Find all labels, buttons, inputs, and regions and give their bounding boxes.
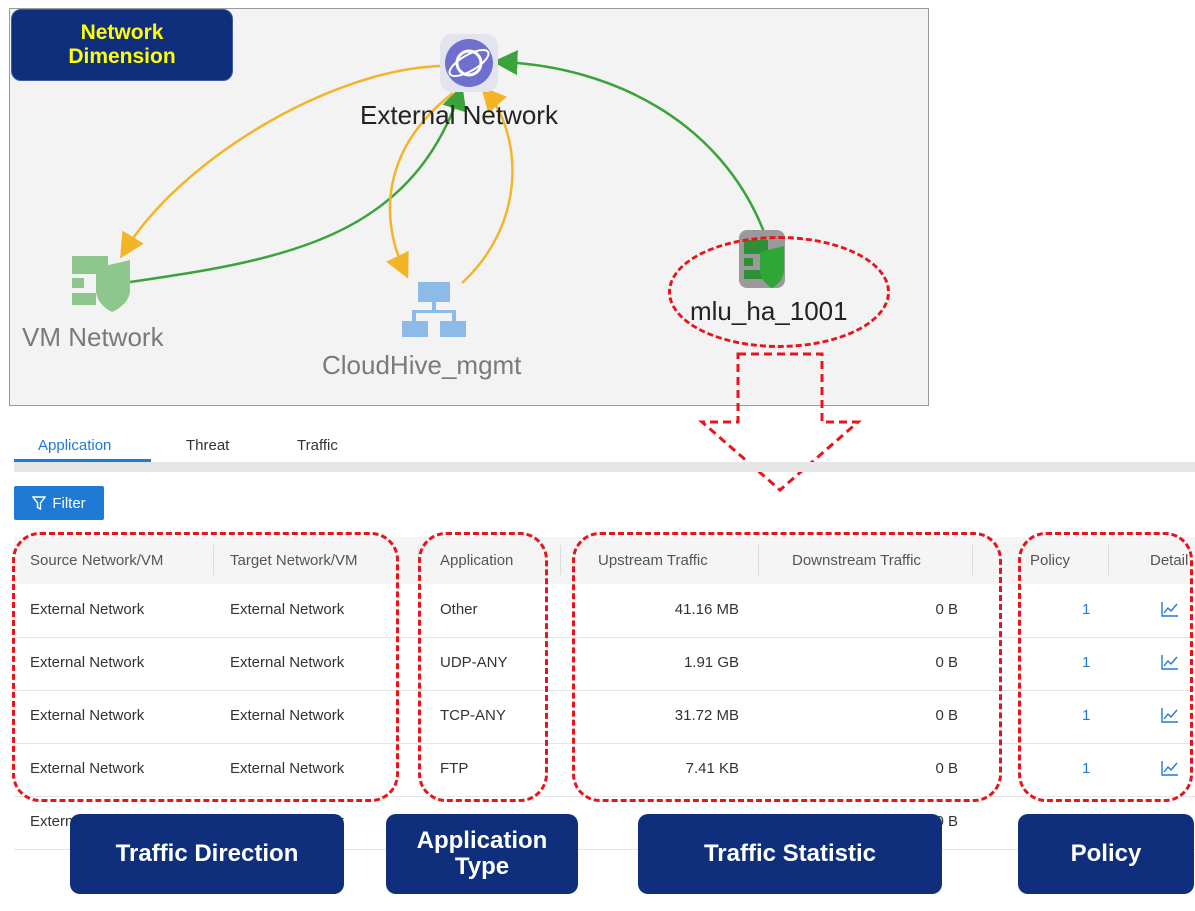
traffic-statistic-highlight [572,532,1002,802]
network-dimension-badge: Network Dimension [11,9,233,81]
funnel-icon [32,496,47,510]
node-label-external-network[interactable]: External Network [360,100,558,131]
tab-bar-background [151,462,1195,472]
node-label-vm-network[interactable]: VM Network [22,322,164,353]
traffic-statistic-badge: Traffic Statistic [638,814,942,894]
application-type-line-2: Type [454,853,510,880]
tab-bar-background-left [14,462,151,472]
tab-threat[interactable]: Threat [186,437,229,454]
cloudhive-network-icon [402,282,466,337]
traffic-direction-badge: Traffic Direction [70,814,344,894]
application-type-line-1: Application [416,827,548,854]
active-tab-indicator [14,459,151,462]
link-mlu-to-external [492,50,766,233]
policy-badge: Policy [1018,814,1194,894]
column-separator [560,545,561,575]
down-arrow-annotation [697,352,863,492]
badge-line-1: Network [80,21,164,44]
filter-label: Filter [52,494,86,512]
application-type-highlight [418,532,548,802]
application-type-badge: Application Type [386,814,578,894]
tab-application[interactable]: Application [38,437,111,454]
policy-highlight [1018,532,1193,802]
mlu-highlight-ellipse [668,236,890,348]
badge-line-2: Dimension [68,45,176,68]
globe-network-icon [440,34,498,92]
vm-network-shield-icon [72,256,130,312]
traffic-direction-highlight [12,532,399,802]
filter-button[interactable]: Filter [14,486,104,520]
node-label-cloudhive-mgmt[interactable]: CloudHive_mgmt [322,350,521,381]
link-external-to-vm [120,64,441,259]
tab-traffic[interactable]: Traffic [297,437,338,454]
